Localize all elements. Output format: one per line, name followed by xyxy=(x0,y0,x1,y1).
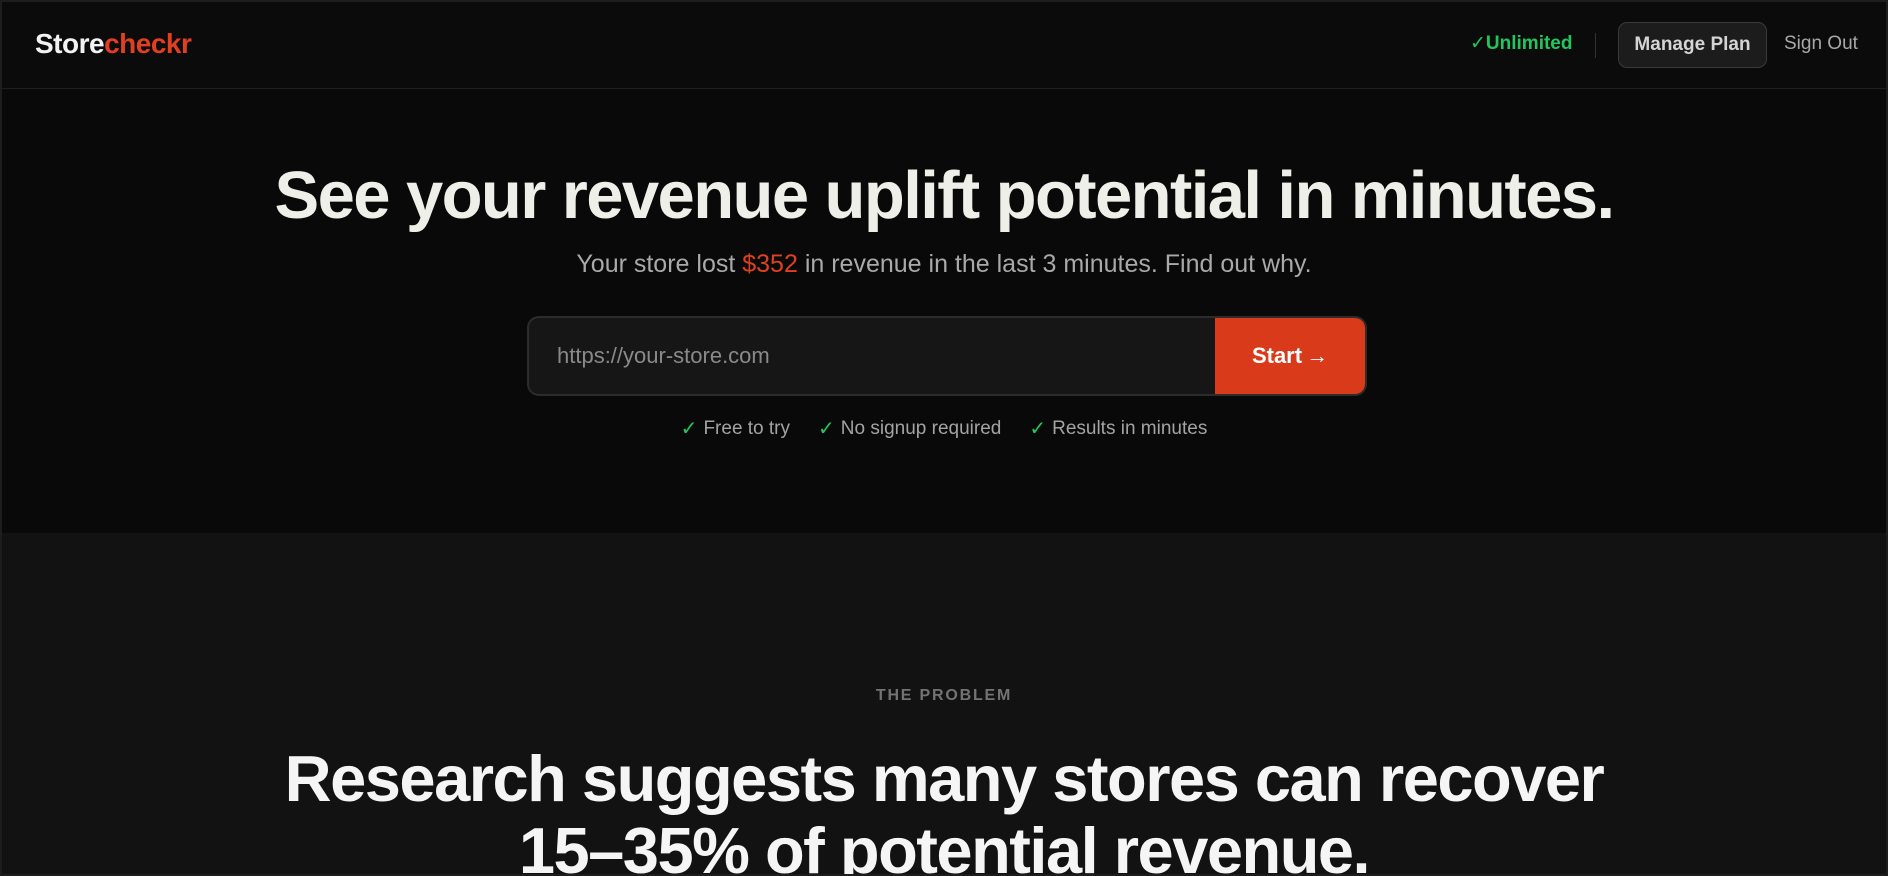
start-button[interactable]: Start → xyxy=(1215,318,1365,394)
logo[interactable]: Storecheckr xyxy=(35,28,192,60)
subtitle-prefix: Your store lost xyxy=(576,250,743,278)
problem-title-line-2: 15–35% of potential revenue. xyxy=(518,814,1371,876)
perk-item: ✓ Results in minutes xyxy=(1029,416,1207,441)
perk-label: Free to try xyxy=(703,417,791,439)
subtitle-suffix: in revenue in the last 3 minutes. Find o… xyxy=(797,250,1312,278)
manage-plan-button[interactable]: Manage Plan xyxy=(1618,22,1767,68)
start-label: Start xyxy=(1251,343,1303,368)
check-icon: ✓ xyxy=(1470,33,1486,54)
check-icon: ✓ xyxy=(818,418,835,440)
arrow-right-icon: → xyxy=(1306,343,1329,368)
perk-item: ✓ Free to try xyxy=(681,416,790,441)
check-icon: ✓ xyxy=(1029,418,1047,440)
top-nav: Storecheckr ✓Unlimited Manage Plan Sign … xyxy=(2,2,1886,89)
store-url-input[interactable] xyxy=(529,318,1215,394)
perk-item: ✓ No signup required xyxy=(818,416,1001,441)
hero-section: See your revenue uplift potential in min… xyxy=(2,90,1886,533)
problem-title-line-1: Research suggests many stores can recove… xyxy=(284,742,1605,815)
logo-store: Store xyxy=(35,28,105,59)
problem-section: THE PROBLEM Research suggests many store… xyxy=(2,533,1886,876)
logo-checkr: checkr xyxy=(104,28,192,59)
page: Storecheckr ✓Unlimited Manage Plan Sign … xyxy=(0,0,1888,876)
problem-title: Research suggests many stores can recove… xyxy=(2,742,1886,876)
lost-revenue-amount: $352 xyxy=(742,250,798,278)
perks-list: ✓ Free to try ✓ No signup required ✓ Res… xyxy=(2,416,1886,441)
nav-divider xyxy=(1595,33,1596,58)
sign-out-link[interactable]: Sign Out xyxy=(1784,33,1858,55)
hero-title: See your revenue uplift potential in min… xyxy=(274,158,1616,233)
plan-label: Unlimited xyxy=(1485,33,1573,54)
check-icon: ✓ xyxy=(680,418,698,440)
perk-label: Results in minutes xyxy=(1052,417,1208,439)
section-eyebrow: THE PROBLEM xyxy=(875,687,1013,704)
plan-status-badge: ✓Unlimited xyxy=(1470,32,1572,55)
hero-subtitle: Your store lost $352 in revenue in the l… xyxy=(2,250,1886,279)
perk-label: No signup required xyxy=(840,417,1002,439)
store-url-form: Start→ xyxy=(527,316,1367,396)
